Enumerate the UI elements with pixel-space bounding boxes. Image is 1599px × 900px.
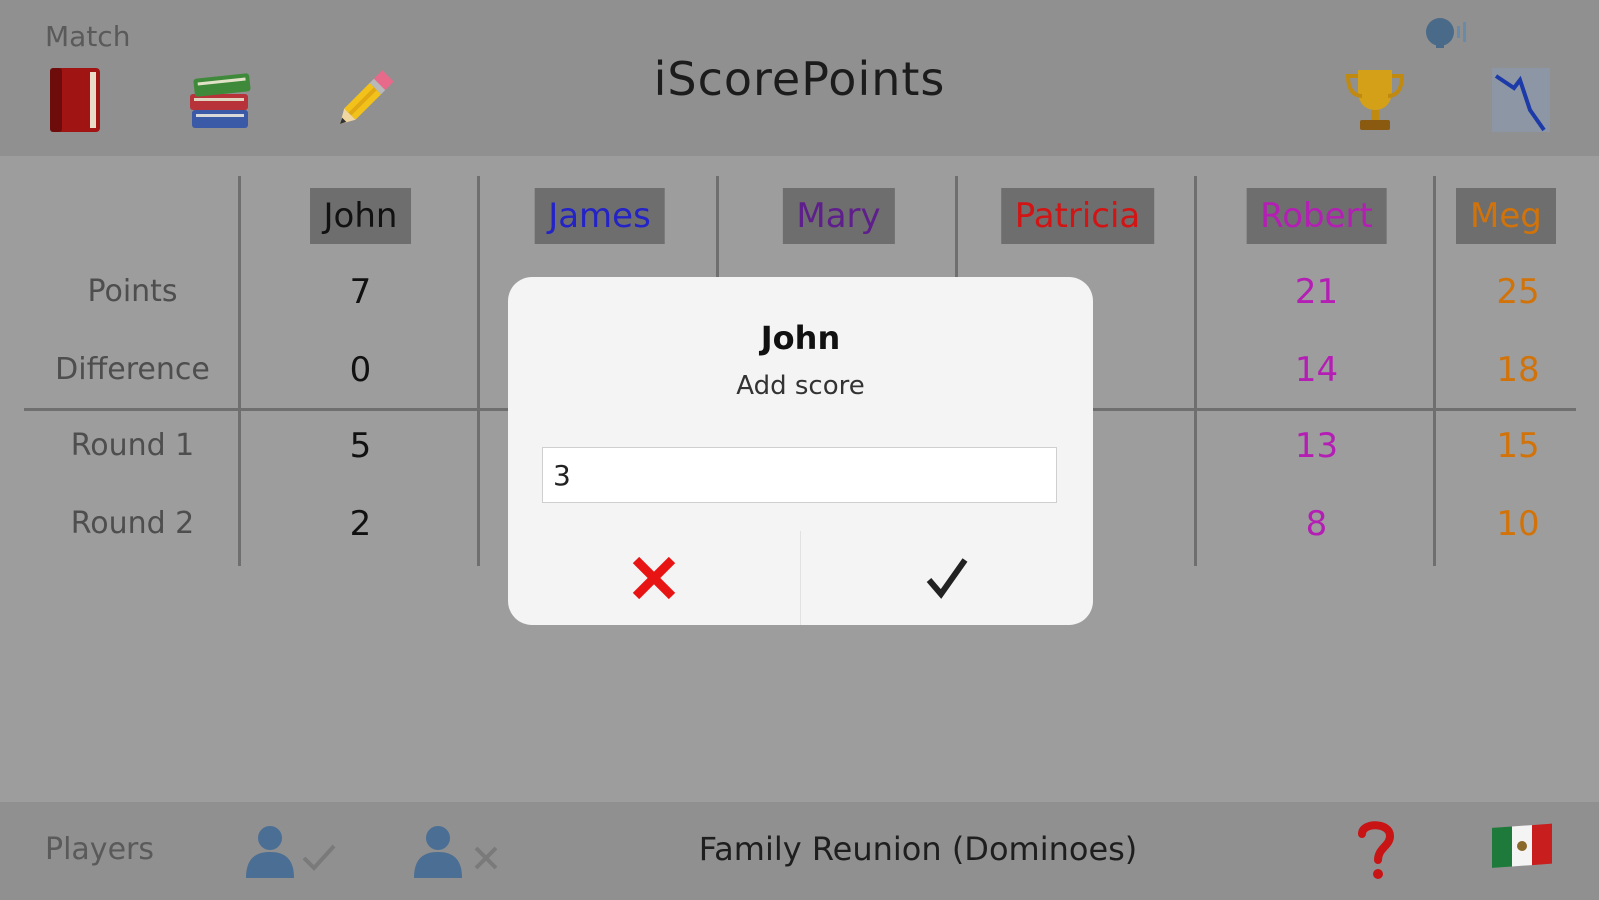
- round2-row-label: Round 2: [70, 506, 195, 541]
- close-icon: [632, 556, 676, 600]
- dialog-subtitle: Add score: [736, 371, 865, 401]
- points-value: 25: [1496, 272, 1540, 312]
- checkmark-icon: [926, 558, 968, 599]
- points-value: 7: [349, 272, 372, 312]
- round2-value[interactable]: 10: [1478, 504, 1558, 544]
- difference-value: 18: [1496, 350, 1540, 390]
- player-name-button[interactable]: James: [534, 188, 665, 244]
- add-score-dialog: John Add score: [508, 277, 1093, 625]
- match-label: Match: [45, 20, 131, 53]
- round1-value[interactable]: 13: [1197, 426, 1436, 466]
- player-name-button[interactable]: Robert: [1246, 188, 1387, 244]
- player-name-button[interactable]: Meg: [1456, 188, 1556, 244]
- difference-value: 0: [349, 350, 372, 390]
- trophy-icon[interactable]: [1340, 64, 1410, 140]
- round2-value[interactable]: 8: [1197, 504, 1436, 544]
- round2-value[interactable]: 2: [241, 504, 480, 544]
- player-name-button[interactable]: Mary: [782, 188, 895, 244]
- player-column-meg[interactable]: Meg 25 18 15 10: [1436, 156, 1599, 576]
- difference-value: 14: [1294, 350, 1339, 390]
- bottom-toolbar: Players Family Reunion (Dominoes): [0, 802, 1599, 900]
- chart-icon[interactable]: [1490, 66, 1552, 138]
- round1-value[interactable]: 15: [1478, 426, 1558, 466]
- player-name-button[interactable]: Patricia: [1000, 188, 1155, 244]
- cancel-button[interactable]: [508, 531, 800, 625]
- dialog-title: John: [760, 319, 841, 357]
- score-input[interactable]: [542, 447, 1057, 503]
- speaker-icon[interactable]: [1424, 16, 1468, 54]
- round1-row-label: Round 1: [70, 428, 195, 463]
- confirm-button[interactable]: [801, 531, 1093, 625]
- points-row-label: Points: [87, 274, 178, 309]
- difference-row-label: Difference: [55, 352, 210, 387]
- points-value: 21: [1294, 272, 1339, 312]
- mexico-flag-icon[interactable]: [1490, 822, 1554, 876]
- player-name-button[interactable]: John: [309, 188, 412, 244]
- top-toolbar: Match iScorePoints: [0, 0, 1599, 156]
- round1-value[interactable]: 5: [241, 426, 480, 466]
- help-icon[interactable]: [1356, 818, 1396, 886]
